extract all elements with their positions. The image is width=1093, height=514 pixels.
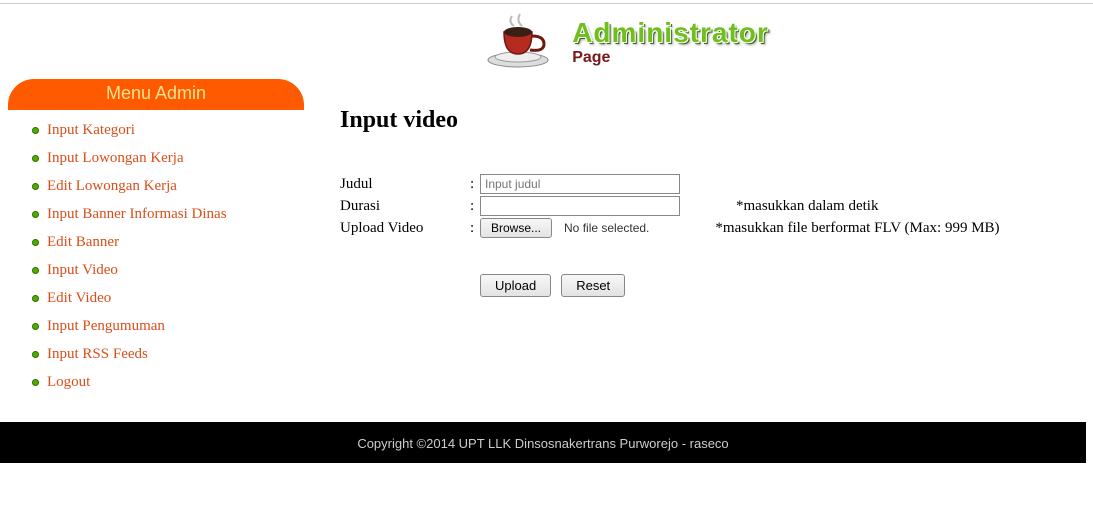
bullet-icon [32,239,39,246]
page-title: Input video [340,107,1073,134]
app-subtitle: Page [572,49,769,67]
colon: : [470,176,480,193]
sidebar-menu: Input Kategori Input Lowongan Kerja Edit… [8,110,310,396]
judul-label: Judul [340,176,470,193]
sidebar-link[interactable]: Logout [47,374,90,390]
footer: Copyright ©2014 UPT LLK Dinsosnakertrans… [0,422,1086,463]
reset-button[interactable]: Reset [561,274,625,297]
sidebar-item-input-banner-informasi-dinas[interactable]: Input Banner Informasi Dinas [32,200,310,228]
sidebar-item-edit-lowongan-kerja[interactable]: Edit Lowongan Kerja [32,172,310,200]
sidebar-item-logout[interactable]: Logout [32,368,310,396]
bullet-icon [32,295,39,302]
durasi-label: Durasi [340,198,470,215]
durasi-hint: *masukkan dalam detik [736,198,878,215]
bullet-icon [32,127,39,134]
sidebar-item-edit-banner[interactable]: Edit Banner [32,228,310,256]
browse-button[interactable]: Browse... [480,218,552,238]
bullet-icon [32,323,39,330]
sidebar-item-edit-video[interactable]: Edit Video [32,284,310,312]
durasi-input[interactable] [480,196,680,216]
sidebar-item-input-kategori[interactable]: Input Kategori [32,116,310,144]
bullet-icon [32,267,39,274]
sidebar-link[interactable]: Edit Video [47,290,111,306]
colon: : [470,220,480,237]
sidebar-link[interactable]: Input Lowongan Kerja [47,150,184,166]
sidebar-item-input-lowongan-kerja[interactable]: Input Lowongan Kerja [32,144,310,172]
colon: : [470,198,480,215]
coffee-cup-icon [484,10,560,75]
bullet-icon [32,379,39,386]
sidebar-link[interactable]: Edit Banner [47,234,119,250]
upload-hint: *masukkan file berformat FLV (Max: 999 M… [715,220,999,237]
bullet-icon [32,351,39,358]
sidebar: Menu Admin Input Kategori Input Lowongan… [0,79,310,396]
no-file-text: No file selected. [564,221,649,235]
sidebar-item-input-pengumuman[interactable]: Input Pengumuman [32,312,310,340]
sidebar-link[interactable]: Input Kategori [47,122,135,138]
sidebar-link[interactable]: Input Pengumuman [47,318,165,334]
bullet-icon [32,183,39,190]
header: Administrator Page [0,4,1093,79]
sidebar-link[interactable]: Edit Lowongan Kerja [47,178,177,194]
upload-video-label: Upload Video [340,220,470,237]
judul-input[interactable] [480,174,680,194]
app-title: Administrator [572,19,769,47]
sidebar-item-input-video[interactable]: Input Video [32,256,310,284]
sidebar-link[interactable]: Input Video [47,262,118,278]
footer-text: Copyright ©2014 UPT LLK Dinsosnakertrans… [357,436,728,451]
sidebar-link[interactable]: Input RSS Feeds [47,346,148,362]
bullet-icon [32,211,39,218]
main-content: Input video Judul : Durasi : *masukkan d… [310,79,1093,297]
sidebar-link[interactable]: Input Banner Informasi Dinas [47,206,227,222]
upload-button[interactable]: Upload [480,274,551,297]
sidebar-heading: Menu Admin [8,79,304,110]
sidebar-item-input-rss-feeds[interactable]: Input RSS Feeds [32,340,310,368]
bullet-icon [32,155,39,162]
